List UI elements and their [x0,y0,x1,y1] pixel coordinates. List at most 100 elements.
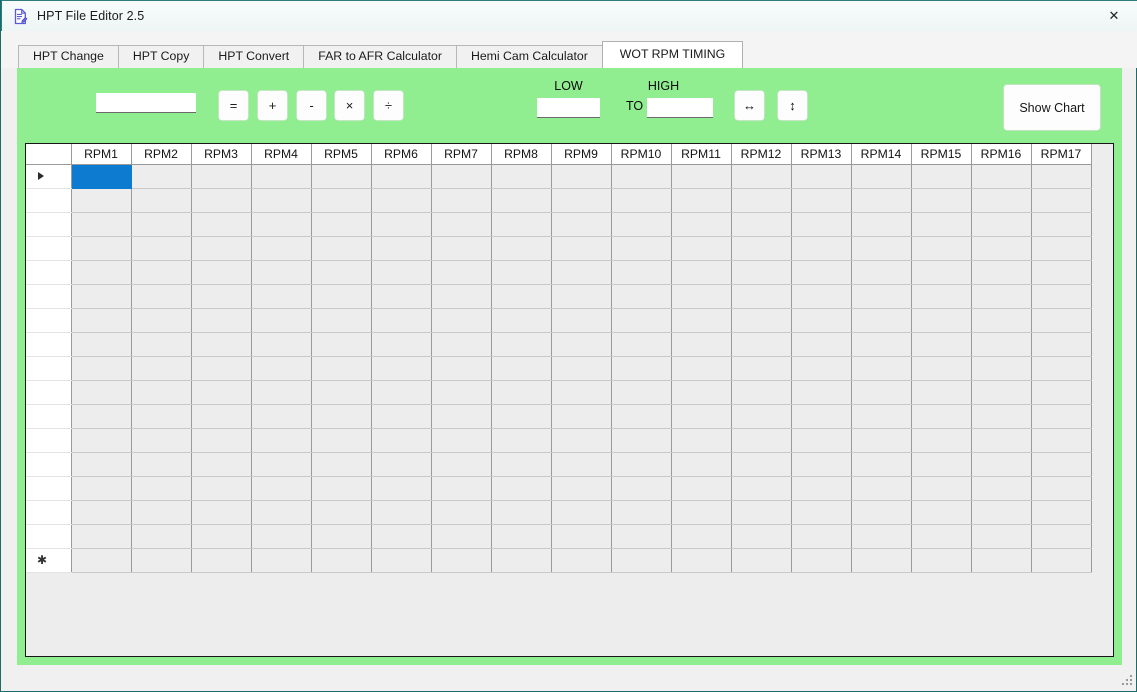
grid-cell[interactable] [1031,548,1091,572]
grid-cell[interactable] [131,332,191,356]
grid-cell[interactable] [431,404,491,428]
grid-cell[interactable] [911,308,971,332]
grid-cell[interactable] [191,188,251,212]
grid-cell[interactable] [431,476,491,500]
row-header[interactable] [26,332,71,356]
grid-cell[interactable] [851,524,911,548]
grid-cell[interactable] [791,236,851,260]
grid-cell[interactable] [371,284,431,308]
grid-cell[interactable] [551,452,611,476]
grid-cell[interactable] [731,164,791,188]
grid-cell[interactable] [191,548,251,572]
grid-cell[interactable] [491,212,551,236]
grid-cell[interactable] [671,548,731,572]
grid-cell[interactable] [311,404,371,428]
grid-cell[interactable] [491,188,551,212]
row-header[interactable] [26,188,71,212]
grid-cell[interactable] [1031,260,1091,284]
column-header-rpm7[interactable]: RPM7 [431,144,491,164]
grid-cell[interactable] [851,356,911,380]
grid-cell[interactable] [71,284,131,308]
grid-cell[interactable] [731,548,791,572]
grid-cell[interactable] [431,188,491,212]
grid-cell[interactable] [1031,332,1091,356]
grid-cell[interactable] [971,380,1031,404]
grid-cell[interactable] [791,404,851,428]
grid-cell[interactable] [731,260,791,284]
grid-cell[interactable] [431,332,491,356]
grid-cell[interactable] [851,164,911,188]
grid-cell[interactable] [311,284,371,308]
grid-cell[interactable] [251,212,311,236]
grid-cell[interactable] [71,236,131,260]
grid-cell[interactable] [551,308,611,332]
tab-hpt-change[interactable]: HPT Change [18,45,119,68]
grid-cell[interactable] [431,212,491,236]
grid-cell[interactable] [191,452,251,476]
grid-cell[interactable] [551,188,611,212]
low-input[interactable] [537,98,600,118]
table-row[interactable] [26,212,1091,236]
grid-cell[interactable] [371,260,431,284]
table-row[interactable] [26,236,1091,260]
grid-cell[interactable] [971,332,1031,356]
grid-cell[interactable] [851,452,911,476]
grid-cell[interactable] [731,212,791,236]
grid-cell[interactable] [851,284,911,308]
grid-cell[interactable] [491,380,551,404]
grid-cell[interactable] [251,452,311,476]
grid-cell[interactable] [371,380,431,404]
grid-cell[interactable] [431,548,491,572]
grid-cell[interactable] [251,524,311,548]
grid-cell[interactable] [791,380,851,404]
grid-cell[interactable] [371,452,431,476]
grid-cell[interactable] [611,236,671,260]
grid-cell[interactable] [311,548,371,572]
grid-cell[interactable] [551,236,611,260]
grid-cell[interactable] [191,500,251,524]
multiply-button[interactable]: × [335,91,364,120]
grid-cell[interactable] [251,260,311,284]
grid-cell[interactable] [971,524,1031,548]
grid-cell[interactable] [611,308,671,332]
grid-cell[interactable] [551,524,611,548]
grid-cell[interactable] [191,404,251,428]
grid-cell[interactable] [971,308,1031,332]
table-row[interactable]: ✱ [26,548,1091,572]
grid-cell[interactable] [611,356,671,380]
grid-cell[interactable] [731,236,791,260]
grid-cell[interactable] [491,548,551,572]
row-header[interactable]: ✱ [26,548,71,572]
grid-cell[interactable] [71,500,131,524]
grid-cell[interactable] [191,164,251,188]
row-header[interactable] [26,164,71,188]
grid-cell[interactable] [731,524,791,548]
plus-button[interactable]: + [258,91,287,120]
grid-cell[interactable] [971,500,1031,524]
grid-cell[interactable] [851,308,911,332]
grid-cell[interactable] [131,188,191,212]
grid-cell[interactable] [131,524,191,548]
table-row[interactable] [26,500,1091,524]
grid-cell[interactable] [851,476,911,500]
grid-cell[interactable] [251,188,311,212]
row-header[interactable] [26,380,71,404]
grid-cell[interactable] [371,188,431,212]
show-chart-button[interactable]: Show Chart [1004,85,1100,130]
grid-cell[interactable] [851,332,911,356]
grid-cell[interactable] [971,164,1031,188]
grid-cell[interactable] [191,284,251,308]
grid-cell[interactable] [1031,284,1091,308]
grid-cell[interactable] [911,500,971,524]
grid-cell[interactable] [491,308,551,332]
grid-cell[interactable] [911,524,971,548]
row-header[interactable] [26,308,71,332]
grid-cell[interactable] [911,236,971,260]
grid-cell[interactable] [731,476,791,500]
grid-cell[interactable] [671,380,731,404]
grid-cell[interactable] [191,356,251,380]
grid-cell[interactable] [311,428,371,452]
grid-cell[interactable] [911,188,971,212]
row-header[interactable] [26,428,71,452]
column-header-rpm14[interactable]: RPM14 [851,144,911,164]
